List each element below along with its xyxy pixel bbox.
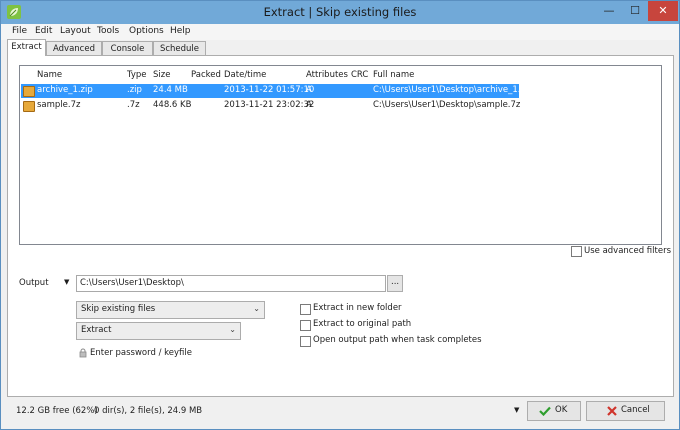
menu-bar: File Edit Layout Tools Options Help [1,24,679,40]
cancel-button-label: Cancel [621,405,650,415]
cell-attributes: A [306,85,312,95]
menu-edit[interactable]: Edit [35,26,52,36]
action-value: Extract [81,325,112,335]
ok-dropdown-arrow-icon[interactable]: ▼ [514,406,519,414]
menu-file[interactable]: File [12,26,27,36]
extract-new-folder-checkbox[interactable] [300,304,311,315]
column-header-name[interactable]: Name [37,70,62,80]
archive-file-icon [23,86,35,97]
cell-datetime: 2013-11-22 01:57:10 [224,85,315,95]
cell-name: sample.7z [37,100,81,110]
action-select[interactable]: Extract ⌄ [76,322,241,340]
advanced-filters-checkbox[interactable] [571,246,582,257]
table-row[interactable]: sample.7z .7z 448.6 KB 2013-11-21 23:02:… [21,99,521,113]
app-window: Extract | Skip existing files — ☐ ✕ File… [0,0,680,430]
extract-new-folder-label[interactable]: Extract in new folder [313,303,402,313]
table-row[interactable]: archive_1.zip .zip 24.4 MB 2013-11-22 01… [21,84,533,98]
column-header-type[interactable]: Type [127,70,147,80]
title-bar[interactable]: Extract | Skip existing files — ☐ ✕ [1,1,679,24]
cell-name: archive_1.zip [37,85,93,95]
menu-help[interactable]: Help [170,26,191,36]
extract-original-path-label[interactable]: Extract to original path [313,319,411,329]
minimize-button[interactable]: — [596,1,622,21]
output-path-text: C:\Users\User1\Desktop\ [80,278,184,288]
lock-icon [79,348,87,358]
archive-file-icon [23,101,35,112]
cancel-button[interactable]: Cancel [586,401,665,421]
overwrite-mode-value: Skip existing files [81,304,156,314]
tab-advanced[interactable]: Advanced [46,41,102,56]
menu-layout[interactable]: Layout [60,26,91,36]
chevron-down-icon: ⌄ [253,304,260,313]
cell-type: .7z [127,100,140,110]
column-header-attributes[interactable]: Attributes [306,70,348,80]
extract-panel: Name Type Size Packed Date/time Attribut… [7,55,674,397]
ok-button[interactable]: OK [527,401,581,421]
cell-attributes: A [306,100,312,110]
overwrite-mode-select[interactable]: Skip existing files ⌄ [76,301,265,319]
output-dropdown-arrow-icon[interactable]: ▼ [64,278,69,286]
menu-options[interactable]: Options [129,26,164,36]
cell-size: 448.6 KB [153,100,192,110]
chevron-down-icon: ⌄ [229,325,236,334]
menu-tools[interactable]: Tools [97,26,119,36]
open-output-checkbox[interactable] [300,336,311,347]
column-header-crc[interactable]: CRC [351,70,368,80]
cell-full-name: C:\Users\User1\Desktop\sample.7z [373,100,521,110]
output-label: Output [19,278,49,288]
free-space-text: 12.2 GB free (62%) [16,406,98,416]
output-path-input[interactable]: C:\Users\User1\Desktop\ [76,275,386,292]
password-link[interactable]: Enter password / keyfile [90,348,192,358]
close-window-button[interactable]: ✕ [648,1,678,21]
browse-button-label: ... [391,277,400,287]
cell-datetime: 2013-11-21 23:02:32 [224,100,315,110]
browse-button[interactable]: ... [387,275,403,292]
column-header-full-name[interactable]: Full name [373,70,414,80]
advanced-filters-label[interactable]: Use advanced filters [584,246,671,256]
column-header-packed[interactable]: Packed [191,70,221,80]
cell-type: .zip [127,85,142,95]
status-bar: 12.2 GB free (62%) 0 dir(s), 2 file(s), … [1,397,679,429]
file-list[interactable]: Name Type Size Packed Date/time Attribut… [19,65,662,245]
cell-full-name: C:\Users\User1\Desktop\archive_1.zip [373,85,533,95]
checkmark-icon [539,406,551,416]
column-header-size[interactable]: Size [153,70,170,80]
window-title: Extract | Skip existing files [263,5,417,19]
selection-summary-text: 0 dir(s), 2 file(s), 24.9 MB [94,406,203,416]
extract-original-path-checkbox[interactable] [300,320,311,331]
cancel-x-icon [607,406,617,416]
tab-extract[interactable]: Extract [7,39,46,56]
open-output-label[interactable]: Open output path when task completes [313,335,482,345]
column-header-datetime[interactable]: Date/time [224,70,266,80]
maximize-button[interactable]: ☐ [622,1,648,21]
ok-button-label: OK [555,405,568,415]
tab-schedule[interactable]: Schedule [153,41,206,56]
tab-console[interactable]: Console [102,41,153,56]
cell-size: 24.4 MB [153,85,188,95]
